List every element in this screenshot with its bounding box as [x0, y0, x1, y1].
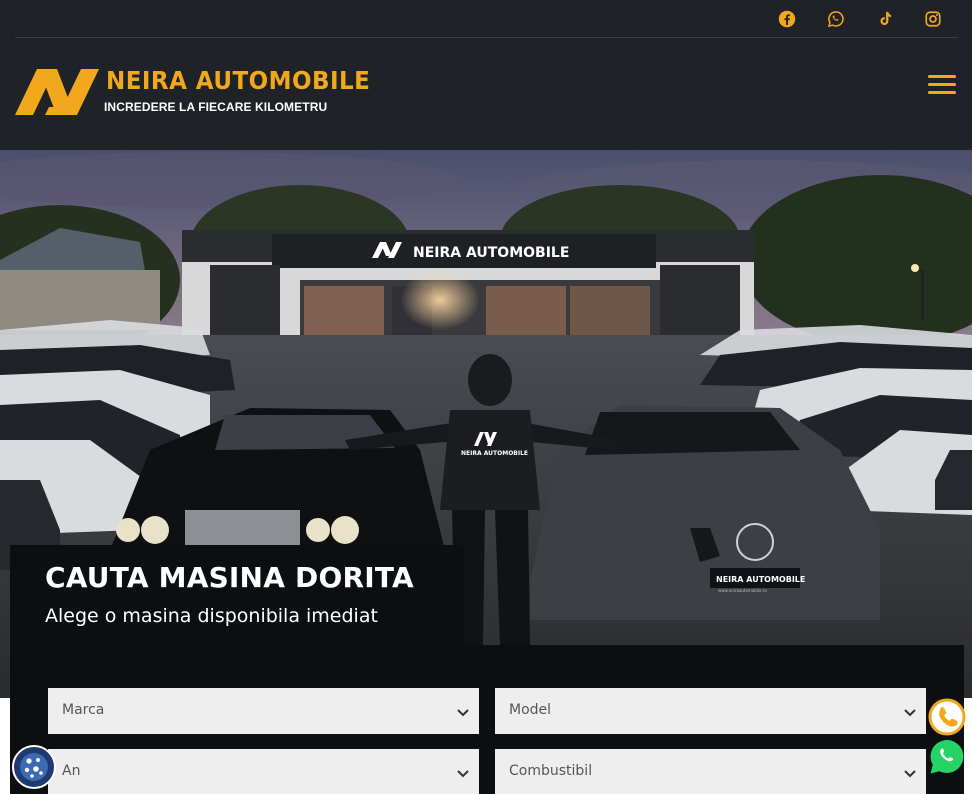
license-plate: NEIRA AUTOMOBILE [716, 575, 805, 584]
phone-icon [928, 698, 966, 736]
instagram-icon [925, 11, 941, 27]
site-header: NEIRA AUTOMOBILE INCREDERE LA FIECARE KI… [0, 0, 972, 150]
hamburger-menu-icon[interactable] [928, 73, 958, 97]
search-form: Marca Model An Combustibil [10, 645, 964, 794]
whatsapp-chat-button[interactable] [928, 738, 966, 776]
search-header: CAUTA MASINA DORITA Alege o masina dispo… [10, 545, 464, 650]
make-select-label: Marca [62, 702, 105, 718]
hoodie-text: NEIRA AUTOMOBILE [461, 450, 528, 457]
search-subtitle: Alege o masina disponibila imediat [45, 605, 378, 627]
whatsapp-icon [827, 11, 844, 28]
page: NEIRA AUTOMOBILE INCREDERE LA FIECARE KI… [0, 0, 972, 794]
plate-website: www.neiraautomobile.ro [718, 588, 767, 593]
fuel-select[interactable]: Combustibil [495, 749, 926, 794]
logo-name: NEIRA AUTOMOBILE [106, 66, 371, 95]
call-button[interactable] [928, 698, 966, 736]
model-select[interactable]: Model [495, 688, 926, 734]
tiktok-icon [880, 11, 892, 26]
facebook-icon [778, 10, 796, 28]
whatsapp-icon [930, 740, 964, 774]
chevron-down-icon [904, 709, 916, 717]
social-topbar [15, 0, 958, 38]
search-title: CAUTA MASINA DORITA [45, 561, 414, 594]
facebook-link[interactable] [774, 6, 800, 32]
tiktok-link[interactable] [872, 6, 898, 32]
whatsapp-link[interactable] [823, 6, 849, 32]
site-logo[interactable]: NEIRA AUTOMOBILE INCREDERE LA FIECARE KI… [15, 62, 370, 118]
chevron-down-icon [457, 709, 469, 717]
year-select[interactable]: An [48, 749, 479, 794]
chevron-down-icon [904, 770, 916, 778]
chevron-down-icon [457, 770, 469, 778]
make-select[interactable]: Marca [48, 688, 479, 734]
model-select-label: Model [509, 702, 552, 718]
storefront-sign: NEIRA AUTOMOBILE [413, 245, 569, 261]
logo-mark-icon [15, 69, 99, 115]
cookie-icon [20, 753, 48, 781]
cookie-settings-button[interactable] [12, 745, 56, 789]
fuel-select-label: Combustibil [509, 763, 593, 779]
logo-tagline: INCREDERE LA FIECARE KILOMETRU [104, 100, 328, 114]
year-select-label: An [62, 763, 81, 779]
instagram-link[interactable] [920, 6, 946, 32]
